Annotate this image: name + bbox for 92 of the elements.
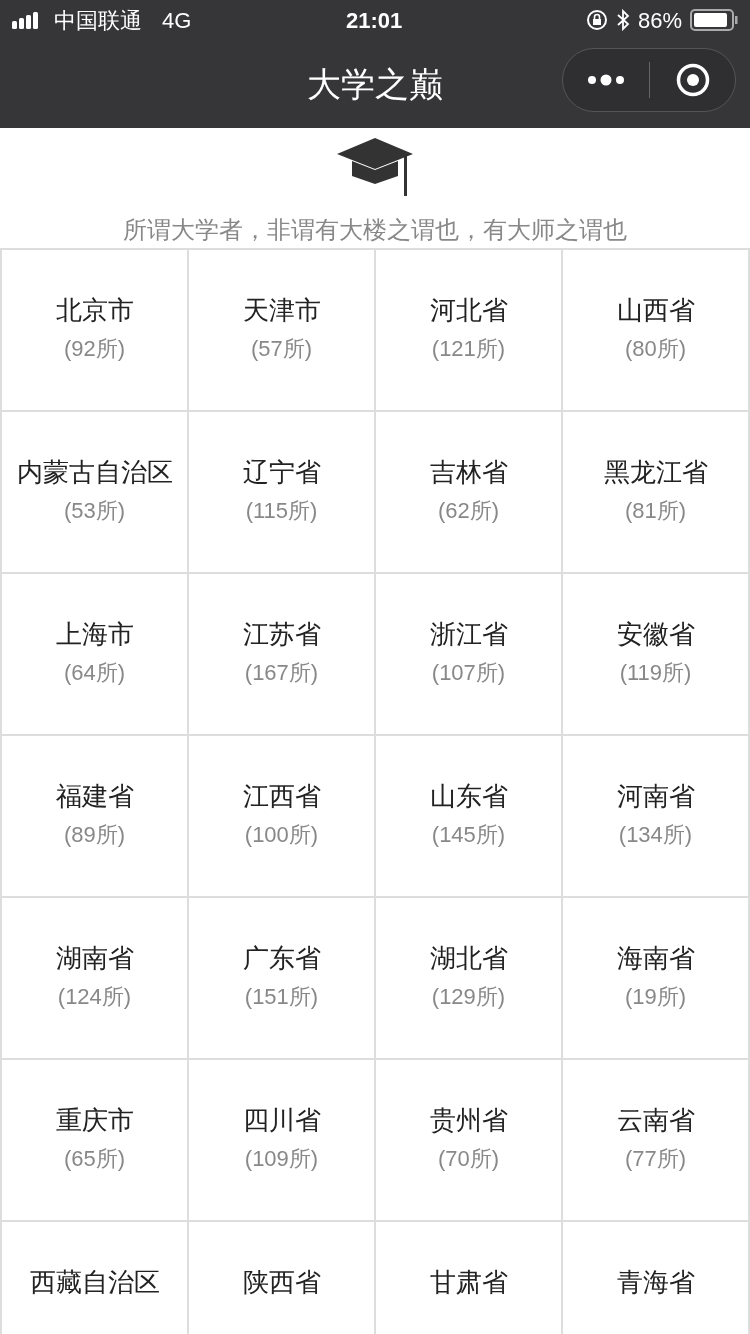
province-name: 陕西省 <box>242 1266 321 1299</box>
university-count: (70所) <box>437 1145 500 1173</box>
province-name: 北京市 <box>55 294 134 327</box>
province-name: 西藏自治区 <box>29 1266 160 1299</box>
province-name: 湖北省 <box>429 942 508 975</box>
province-name: 江西省 <box>242 780 321 813</box>
battery-percent: 86% <box>637 6 682 35</box>
university-count: (80所) <box>624 335 687 363</box>
province-name: 江苏省 <box>242 618 321 651</box>
province-cell[interactable]: 吉林省 (62所) <box>376 412 563 574</box>
province-cell[interactable]: 江苏省 (167所) <box>189 574 376 736</box>
province-cell[interactable]: 辽宁省 (115所) <box>189 412 376 574</box>
university-count: (134所) <box>618 821 693 849</box>
province-name: 贵州省 <box>429 1104 508 1137</box>
university-count: (107所) <box>431 659 506 687</box>
province-cell[interactable]: 浙江省 (107所) <box>376 574 563 736</box>
province-cell[interactable]: 山西省 (80所) <box>563 250 750 412</box>
province-cell[interactable]: 贵州省 (70所) <box>376 1060 563 1222</box>
province-name: 辽宁省 <box>242 456 321 489</box>
province-cell[interactable]: 西藏自治区 <box>2 1222 189 1334</box>
province-name: 甘肃省 <box>429 1266 508 1299</box>
province-name: 安徽省 <box>616 618 695 651</box>
province-cell[interactable]: 海南省 (19所) <box>563 898 750 1060</box>
battery-icon <box>690 9 738 31</box>
province-name: 河南省 <box>616 780 695 813</box>
province-name: 浙江省 <box>429 618 508 651</box>
province-cell[interactable]: 内蒙古自治区 (53所) <box>2 412 189 574</box>
province-cell[interactable]: 甘肃省 <box>376 1222 563 1334</box>
province-cell[interactable]: 陕西省 <box>189 1222 376 1334</box>
university-count: (167所) <box>244 659 319 687</box>
province-cell[interactable]: 云南省 (77所) <box>563 1060 750 1222</box>
university-count: (109所) <box>244 1145 319 1173</box>
province-name: 天津市 <box>242 294 321 327</box>
university-count: (121所) <box>431 335 506 363</box>
province-name: 内蒙古自治区 <box>16 456 173 489</box>
province-cell[interactable]: 广东省 (151所) <box>189 898 376 1060</box>
university-count: (145所) <box>431 821 506 849</box>
bluetooth-icon <box>615 9 630 31</box>
graduation-cap-icon <box>337 138 413 196</box>
carrier-name: 中国联通 <box>54 6 142 35</box>
province-cell[interactable]: 重庆市 (65所) <box>2 1060 189 1222</box>
university-count: (65所) <box>63 1145 126 1173</box>
province-cell[interactable]: 上海市 (64所) <box>2 574 189 736</box>
province-cell[interactable]: 青海省 <box>563 1222 750 1334</box>
province-name: 上海市 <box>55 618 134 651</box>
university-count: (77所) <box>624 1145 687 1173</box>
clock-time: 21:01 <box>346 6 403 35</box>
province-name: 黑龙江省 <box>603 456 708 489</box>
province-cell[interactable]: 山东省 (145所) <box>376 736 563 898</box>
province-name: 广东省 <box>242 942 321 975</box>
university-count: (89所) <box>63 821 126 849</box>
province-cell[interactable]: 湖北省 (129所) <box>376 898 563 1060</box>
province-cell[interactable]: 湖南省 (124所) <box>2 898 189 1060</box>
province-cell[interactable]: 北京市 (92所) <box>2 250 189 412</box>
university-count: (19所) <box>624 983 687 1011</box>
university-count: (129所) <box>431 983 506 1011</box>
page-title: 大学之巅 <box>307 63 443 105</box>
province-name: 河北省 <box>429 294 508 327</box>
university-count: (64所) <box>63 659 126 687</box>
province-name: 湖南省 <box>55 942 134 975</box>
province-name: 重庆市 <box>55 1104 134 1137</box>
university-count: (57所) <box>250 335 313 363</box>
rotation-lock-icon <box>585 9 608 31</box>
university-count: (81所) <box>624 497 687 525</box>
province-cell[interactable]: 河南省 (134所) <box>563 736 750 898</box>
province-name: 青海省 <box>616 1266 695 1299</box>
university-count: (100所) <box>244 821 319 849</box>
province-name: 山西省 <box>616 294 695 327</box>
province-name: 吉林省 <box>429 456 508 489</box>
province-cell[interactable]: 四川省 (109所) <box>189 1060 376 1222</box>
university-count: (92所) <box>63 335 126 363</box>
target-icon <box>675 63 710 97</box>
province-name: 四川省 <box>242 1104 321 1137</box>
province-cell[interactable]: 黑龙江省 (81所) <box>563 412 750 574</box>
province-name: 福建省 <box>55 780 134 813</box>
university-count: (119所) <box>619 659 692 687</box>
province-name: 山东省 <box>429 780 508 813</box>
university-count: (53所) <box>63 497 126 525</box>
province-cell[interactable]: 河北省 (121所) <box>376 250 563 412</box>
province-cell[interactable]: 天津市 (57所) <box>189 250 376 412</box>
province-cell[interactable]: 福建省 (89所) <box>2 736 189 898</box>
university-count: (62所) <box>437 497 500 525</box>
network-type: 4G <box>162 6 192 35</box>
province-cell[interactable]: 安徽省 (119所) <box>563 574 750 736</box>
university-count: (115所) <box>245 497 318 525</box>
more-icon <box>587 74 625 86</box>
university-count: (151所) <box>244 983 319 1011</box>
motto-text: 所谓大学者，非谓有大楼之谓也，有大师之谓也 <box>123 215 627 245</box>
province-cell[interactable]: 江西省 (100所) <box>189 736 376 898</box>
province-name: 云南省 <box>616 1104 695 1137</box>
province-name: 海南省 <box>616 942 695 975</box>
university-count: (124所) <box>57 983 132 1011</box>
